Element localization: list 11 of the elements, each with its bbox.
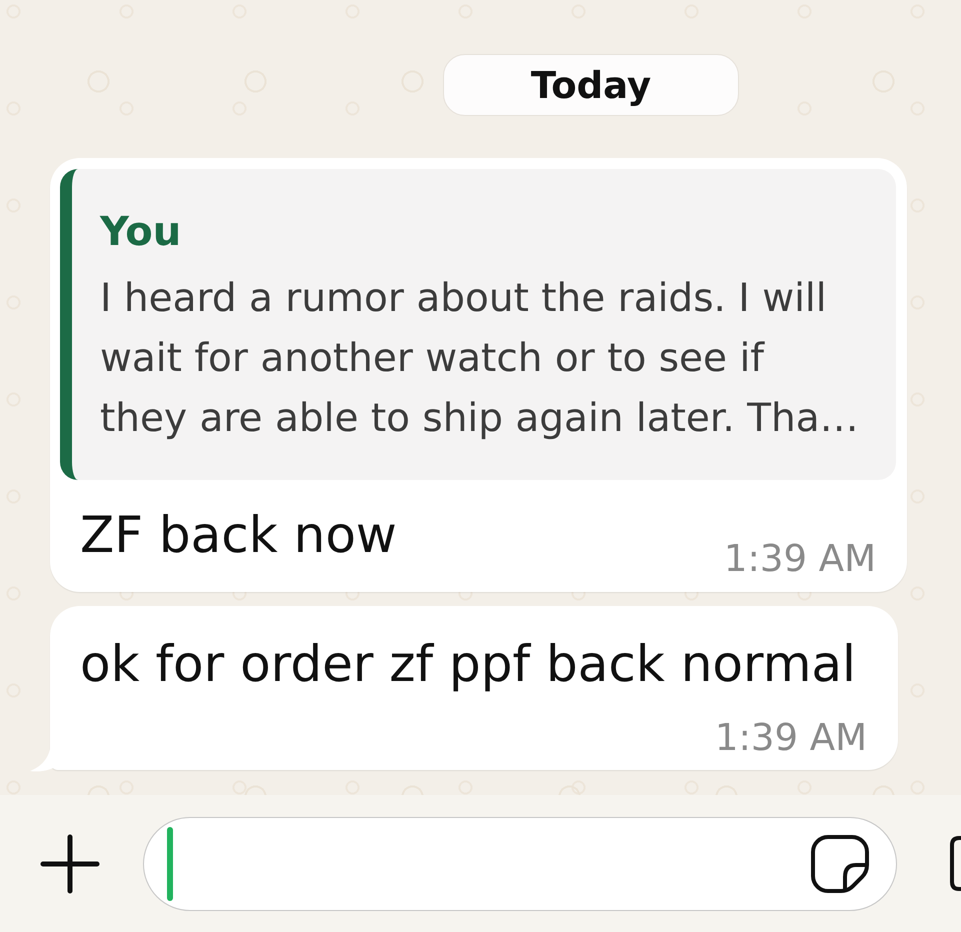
quote-author: You	[100, 209, 182, 255]
cut-off-icon[interactable]	[950, 836, 961, 891]
message-text: ZF back now	[80, 505, 397, 565]
quote-text: I heard a rumor about the raids. I will wait for another watch or to see if they are able to ship again later. Tha…	[100, 275, 860, 443]
date-separator: Today	[443, 54, 739, 116]
quoted-reply[interactable]: You I heard a rumor about the raids. I will wait for another watch or to see if they are able to ship again later. Tha…	[60, 169, 896, 480]
plus-icon[interactable]	[40, 834, 100, 894]
message-time: 1:39 AM	[722, 537, 876, 581]
message-text: ok for order zf ppf back normal	[80, 634, 856, 694]
sticker-icon[interactable]	[810, 834, 870, 894]
message-time: 1:39 AM	[714, 716, 867, 760]
